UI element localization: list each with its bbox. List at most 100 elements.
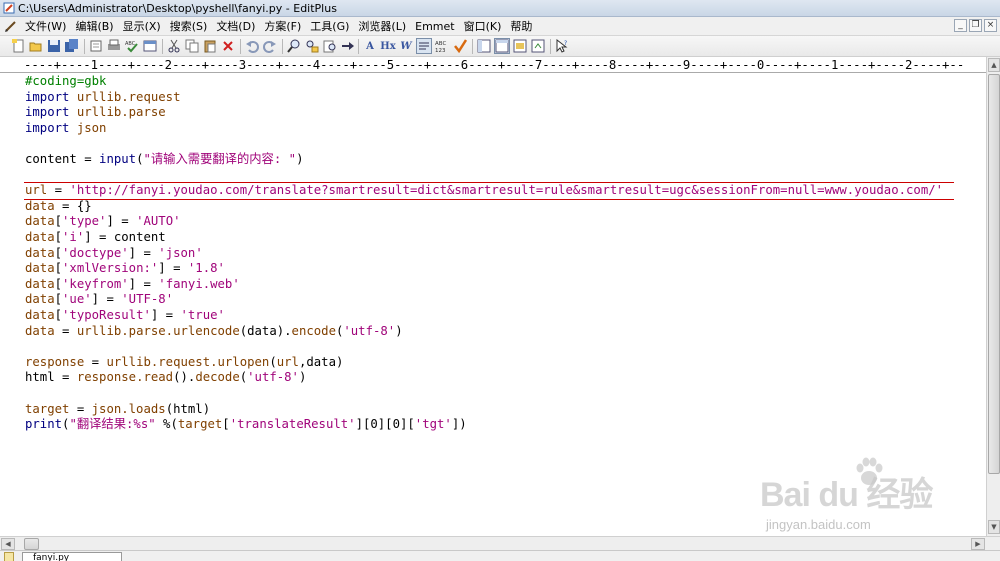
find-icon[interactable] xyxy=(286,38,302,54)
watermark-logo: Bai du 经验 xyxy=(760,476,933,514)
abc-icon[interactable]: ABC 123 xyxy=(434,38,450,54)
code-token: import xyxy=(25,120,70,135)
spell-check-tick-icon[interactable] xyxy=(452,38,468,54)
code-token: data xyxy=(25,292,55,307)
hex-icon[interactable]: Hx xyxy=(380,38,396,54)
browser-icon[interactable] xyxy=(142,38,158,54)
code-line: url = 'http://fanyi.youdao.com/translate… xyxy=(25,183,943,199)
copy-icon[interactable] xyxy=(184,38,200,54)
title-bar: C:\Users\Administrator\Desktop\pyshell\f… xyxy=(0,0,1000,17)
code-token: 'utf-8' xyxy=(343,323,396,338)
help-cursor-icon[interactable]: ? xyxy=(554,38,570,54)
go-to-icon[interactable] xyxy=(340,38,356,54)
layout-one-icon[interactable] xyxy=(476,38,492,54)
code-token: (html) xyxy=(165,401,211,416)
code-line: data = {} xyxy=(25,199,92,215)
toolbar-separator xyxy=(282,39,283,54)
layout-four-icon[interactable] xyxy=(530,38,546,54)
scroll-up-icon[interactable]: ▲ xyxy=(988,58,1000,72)
menu-item[interactable]: 帮助 xyxy=(507,17,538,36)
code-token: 'AUTO' xyxy=(136,214,181,229)
print-icon[interactable] xyxy=(106,38,122,54)
code-token: data xyxy=(25,261,55,276)
code-token: print xyxy=(25,417,63,432)
code-line: data['type'] = 'AUTO' xyxy=(25,214,181,230)
code-token: response xyxy=(25,354,85,369)
spell-check-icon[interactable]: ABC xyxy=(124,38,140,54)
code-token: [ xyxy=(54,261,63,276)
code-token: decode xyxy=(195,370,240,385)
code-token: 'json' xyxy=(158,245,203,260)
close-doc-button[interactable]: × xyxy=(984,19,997,32)
code-token: urllib.parse.urlencode xyxy=(76,323,240,338)
menu-item[interactable]: 方案(F) xyxy=(261,17,307,36)
code-token: encode xyxy=(291,323,336,338)
code-token: 'true' xyxy=(180,308,225,322)
vertical-scroll-thumb[interactable] xyxy=(988,74,1000,474)
code-token: json xyxy=(76,120,107,135)
code-line: data['ue'] = 'UTF-8' xyxy=(25,292,173,308)
undo-icon[interactable] xyxy=(244,38,260,54)
menu-bar: 文件(W) 编辑(B) 显示(X) 搜索(S) 文档(D) 方案(F) 工具(G) 浏览器(L… xyxy=(0,17,1000,36)
redo-icon[interactable] xyxy=(262,38,278,54)
paste-icon[interactable] xyxy=(202,38,218,54)
new-file-icon[interactable] xyxy=(10,38,26,54)
replace-icon[interactable] xyxy=(304,38,320,54)
pen-icon[interactable] xyxy=(4,19,18,33)
code-token: ] = xyxy=(150,308,181,322)
save-all-icon[interactable] xyxy=(64,38,80,54)
menu-item[interactable]: 工具(G) xyxy=(307,17,355,36)
code-token: "请输入需要翻译的内容: " xyxy=(143,152,297,166)
code-token: ] = xyxy=(128,276,159,291)
restore-doc-button[interactable]: ❐ xyxy=(969,19,982,32)
code-token: import xyxy=(25,105,70,120)
layout-two-icon[interactable] xyxy=(494,38,510,54)
open-folder-icon[interactable] xyxy=(28,38,44,54)
code-token: (). xyxy=(173,370,196,385)
menu-item[interactable]: 搜索(S) xyxy=(167,17,214,36)
code-token: ]) xyxy=(451,417,467,432)
code-token: data xyxy=(25,276,55,291)
code-token: ) xyxy=(395,323,403,338)
code-line: html = response.read().decode('utf-8') xyxy=(25,370,306,386)
code-token: data xyxy=(25,323,55,338)
menu-item[interactable]: 浏览器(L) xyxy=(355,17,412,36)
code-token: 'doctype' xyxy=(62,245,129,260)
hex-label: Hx xyxy=(380,40,396,52)
code-token: response.read xyxy=(76,370,174,385)
code-token: urllib.parse xyxy=(76,105,166,120)
save-icon[interactable] xyxy=(46,38,62,54)
font-icon[interactable]: A xyxy=(362,38,378,54)
menu-items: 文件(W) 编辑(B) 显示(X) 搜索(S) 文档(D) 方案(F) 工具(G) 浏览器(L… xyxy=(22,17,538,36)
menu-item[interactable]: 文件(W) xyxy=(22,17,72,36)
print-preview-icon[interactable] xyxy=(88,38,104,54)
menu-item[interactable]: 显示(X) xyxy=(120,17,167,36)
wrap-label: W xyxy=(400,40,412,52)
horizontal-scroll-thumb[interactable] xyxy=(24,538,39,550)
wrap-lines-icon[interactable] xyxy=(416,38,432,54)
code-line: import json xyxy=(25,121,106,137)
code-token: 'xmlVersion:' xyxy=(62,261,159,276)
code-token: 'utf-8' xyxy=(247,370,299,385)
menu-item[interactable]: 文档(D) xyxy=(213,17,261,36)
code-token: = xyxy=(54,370,77,385)
minimize-doc-button[interactable]: _ xyxy=(954,19,967,32)
menu-item[interactable]: 窗口(K) xyxy=(461,17,508,36)
scroll-left-icon[interactable]: ◀ xyxy=(1,538,15,550)
word-wrap-icon[interactable]: W xyxy=(398,38,414,54)
cut-icon[interactable] xyxy=(166,38,182,54)
current-line-marker xyxy=(24,198,954,200)
find-in-files-icon[interactable] xyxy=(322,38,338,54)
svg-text:?: ? xyxy=(564,40,567,47)
menu-item[interactable]: Emmet xyxy=(412,17,460,36)
tab-fanyi-py[interactable]: fanyi.py xyxy=(22,552,122,561)
paw-icon xyxy=(856,457,883,485)
code-token: = xyxy=(84,354,107,369)
delete-icon[interactable] xyxy=(220,38,236,54)
menu-item[interactable]: 编辑(B) xyxy=(72,17,119,36)
code-token: target xyxy=(25,401,70,416)
layout-three-icon[interactable] xyxy=(512,38,528,54)
code-token: [ xyxy=(54,245,63,260)
toolbar: ABC A Hx W ABC 123 ? xyxy=(0,36,1000,57)
